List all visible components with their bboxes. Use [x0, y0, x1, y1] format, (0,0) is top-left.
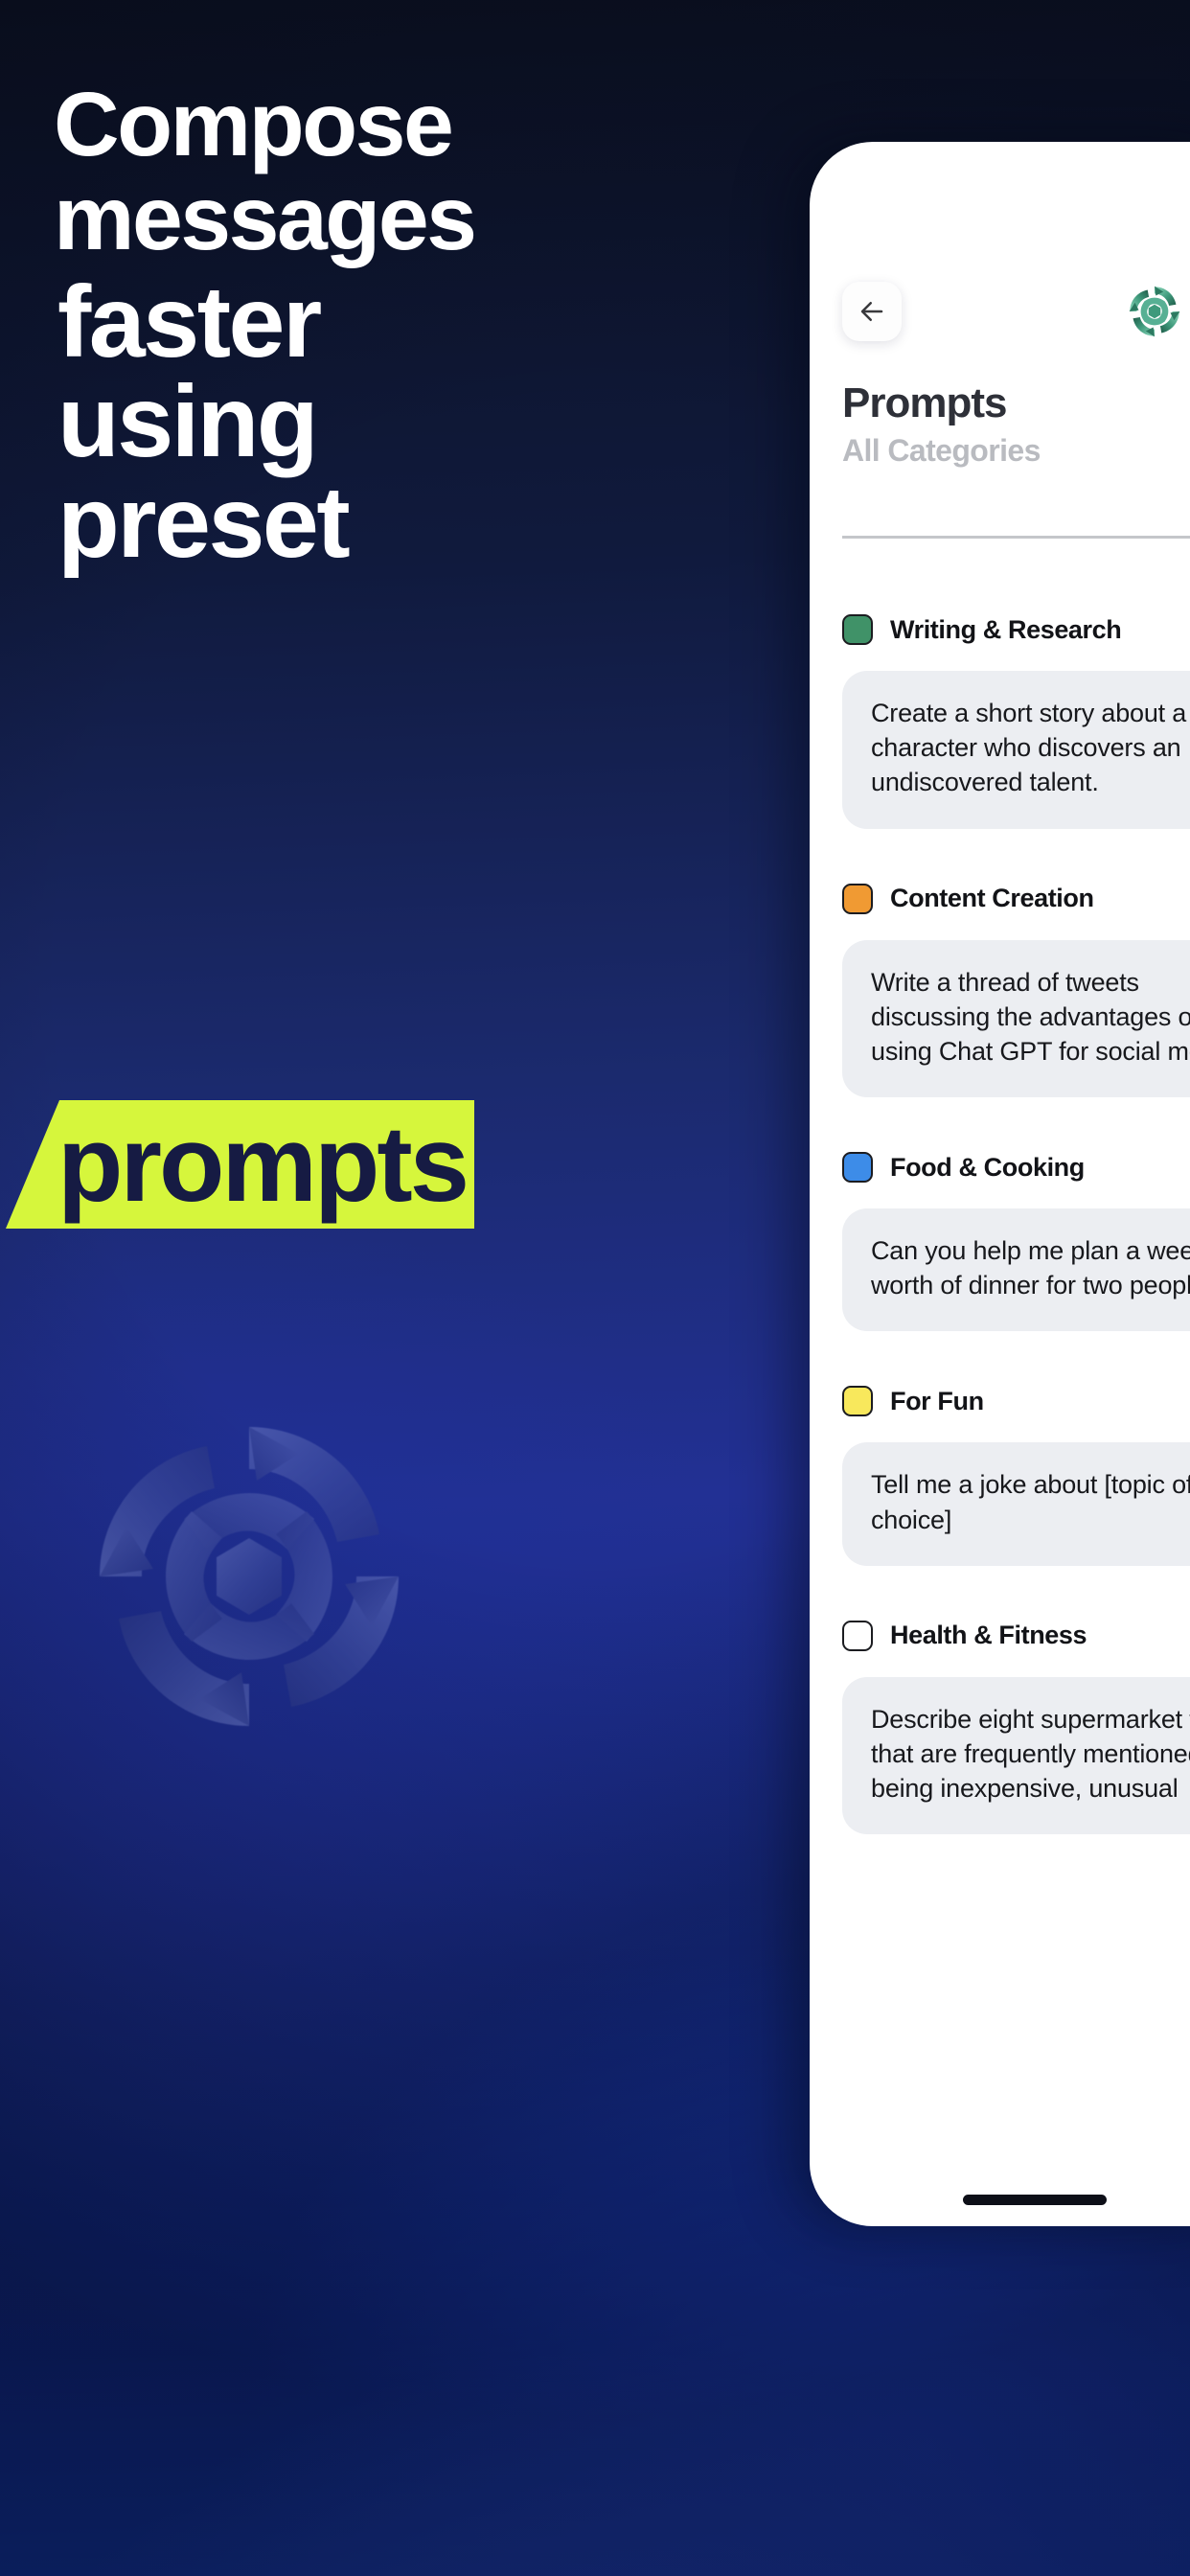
category-label: Content Creation	[890, 884, 1094, 913]
category-label: Food & Cooking	[890, 1152, 1085, 1182]
app-header	[810, 282, 1190, 364]
back-button[interactable]	[842, 282, 902, 341]
headline-highlight-word: prompts	[57, 1104, 469, 1224]
headline-line-3: faster	[57, 264, 322, 379]
prompt-text: Create a short story about a character w…	[871, 699, 1187, 797]
brand-logo-watermark	[57, 1385, 441, 1768]
prompt-card[interactable]: Tell me a joke about [topic of choice]	[842, 1442, 1190, 1566]
prompt-category-list: Writing & Research Create a short story a…	[810, 560, 1190, 1835]
category-header[interactable]: Writing & Research	[842, 610, 1190, 650]
home-indicator	[963, 2195, 1107, 2205]
arrow-left-icon	[860, 302, 883, 321]
page-title: Prompts	[842, 380, 1007, 426]
prompt-card[interactable]: Create a short story about a character w…	[842, 671, 1190, 829]
header-divider	[842, 536, 1190, 539]
prompt-category-group: Content Creation Write a thread of tweets…	[810, 879, 1190, 1098]
category-color-swatch-icon	[842, 883, 873, 914]
phone-mockup: Prompts All Categories Writing & Researc…	[810, 142, 1190, 2226]
headline-line-5: preset	[57, 465, 351, 579]
headline-line-2: messages	[54, 168, 477, 270]
category-color-swatch-icon	[842, 1620, 873, 1651]
prompt-text: Tell me a joke about [topic of choice]	[871, 1470, 1190, 1534]
category-header[interactable]: Food & Cooking	[842, 1147, 1190, 1187]
prompt-text: Write a thread of tweets discussing the …	[871, 967, 1190, 1066]
prompt-text: Describe eight supermarket foods that ar…	[871, 1704, 1190, 1804]
category-color-swatch-icon	[842, 614, 873, 645]
prompt-card[interactable]: Describe eight supermarket foods that ar…	[842, 1676, 1190, 1835]
page-subtitle: All Categories	[842, 433, 1041, 469]
category-label: Health & Fitness	[890, 1621, 1087, 1650]
category-label: For Fun	[890, 1386, 984, 1415]
category-color-swatch-icon	[842, 1152, 873, 1184]
marketing-headline: Compose messages faster using preset	[0, 74, 537, 579]
category-header[interactable]: For Fun	[842, 1381, 1190, 1421]
category-label: Writing & Research	[890, 614, 1122, 644]
category-header[interactable]: Health & Fitness	[842, 1616, 1190, 1656]
app-logo-icon[interactable]	[1123, 280, 1186, 343]
prompt-category-group: Food & Cooking Can you help me plan a wee…	[810, 1147, 1190, 1332]
headline-line-4: using	[57, 365, 319, 479]
prompt-category-group: For Fun Tell me a joke about [topic of ch…	[810, 1381, 1190, 1566]
category-color-swatch-icon	[842, 1386, 873, 1417]
prompt-card[interactable]: Can you help me plan a week's worth of d…	[842, 1208, 1190, 1332]
page-title-block: Prompts All Categories	[842, 380, 1041, 469]
headline-line-1: Compose	[54, 74, 454, 175]
category-header[interactable]: Content Creation	[842, 879, 1190, 919]
prompt-card[interactable]: Write a thread of tweets discussing the …	[842, 939, 1190, 1098]
prompt-category-group: Health & Fitness Describe eight supermark…	[810, 1616, 1190, 1835]
prompt-text: Can you help me plan a week's worth of d…	[871, 1236, 1190, 1300]
prompt-category-group: Writing & Research Create a short story a…	[810, 610, 1190, 829]
